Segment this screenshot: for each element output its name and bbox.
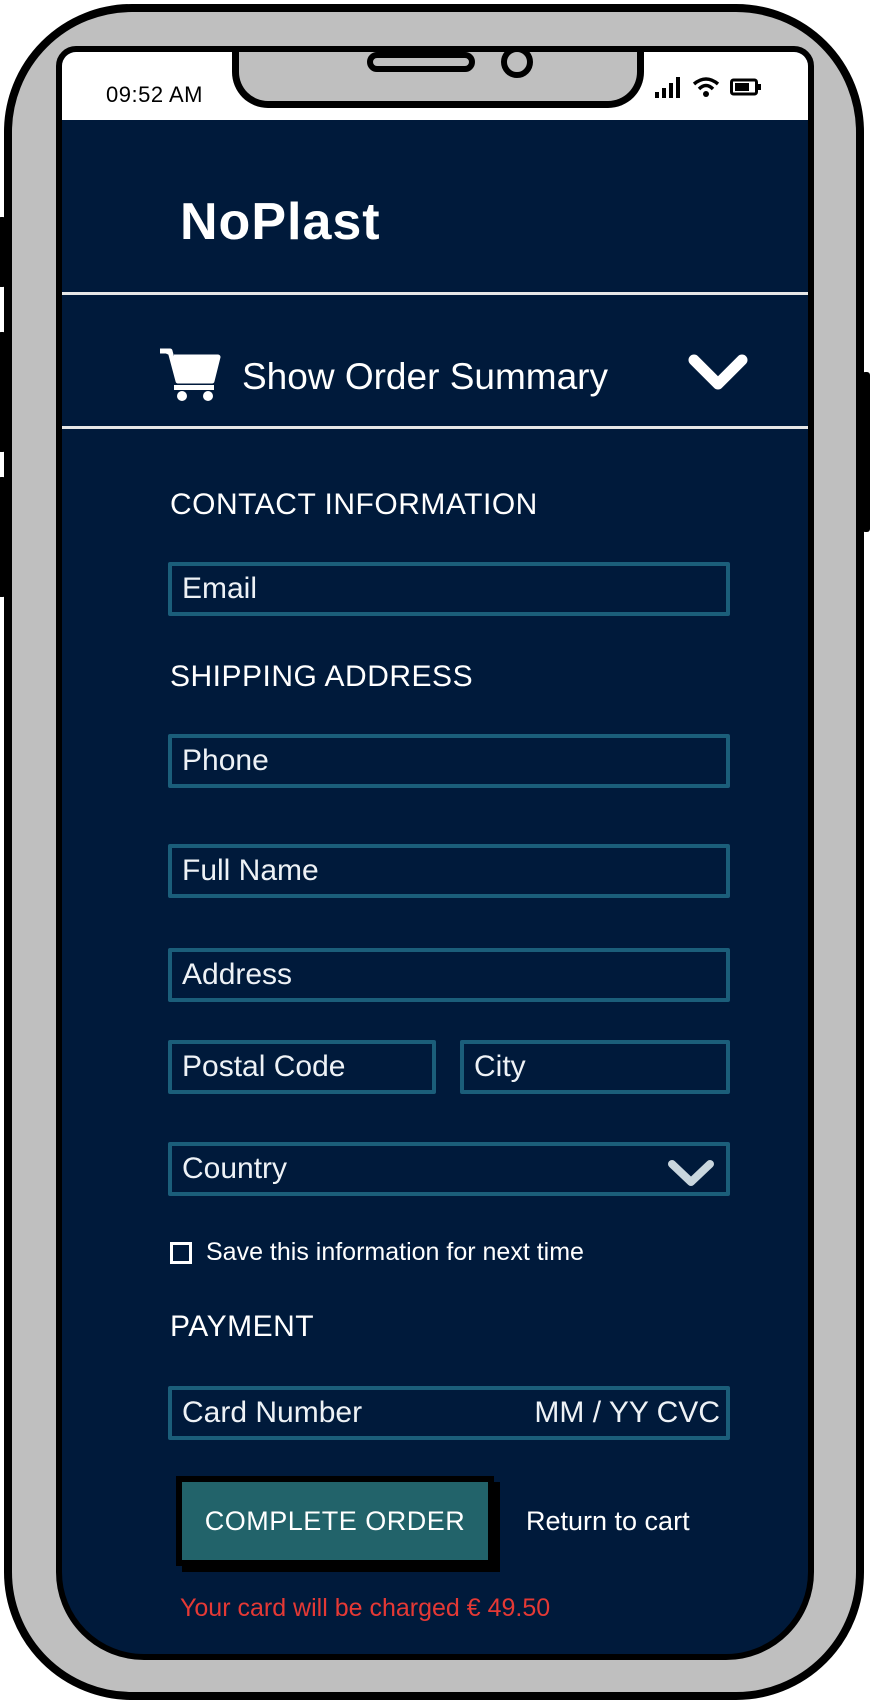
charge-note: Your card will be charged € 49.50 xyxy=(180,1594,551,1622)
save-info-checkbox[interactable] xyxy=(170,1241,192,1264)
email-field[interactable] xyxy=(168,562,730,616)
side-button xyxy=(0,217,6,287)
app-screen: 09:52 AM NoPlast Show Order Summary CONT… xyxy=(56,46,814,1660)
divider xyxy=(62,292,808,295)
notch xyxy=(232,52,644,108)
phone-field[interactable] xyxy=(168,734,730,788)
country-select-label: Country xyxy=(182,1152,288,1185)
card-field[interactable]: MM / YY CVC xyxy=(168,1386,730,1440)
signal-icon xyxy=(654,76,682,103)
wifi-icon xyxy=(692,76,720,103)
save-info-label: Save this information for next time xyxy=(206,1238,584,1266)
divider xyxy=(62,426,808,429)
complete-order-button[interactable]: COMPLETE ORDER xyxy=(176,1476,494,1566)
full-name-input[interactable] xyxy=(172,848,726,894)
country-select[interactable]: Country xyxy=(168,1142,730,1196)
side-button xyxy=(0,332,6,452)
return-to-cart-link[interactable]: Return to cart xyxy=(526,1506,690,1537)
brand-logo[interactable]: NoPlast xyxy=(180,192,381,252)
speaker xyxy=(367,52,475,72)
address-field[interactable] xyxy=(168,948,730,1002)
battery-icon xyxy=(730,77,762,102)
expiry-cvc-label: MM / YY CVC xyxy=(534,1396,720,1429)
cart-icon xyxy=(158,347,222,408)
order-summary-toggle[interactable]: Show Order Summary xyxy=(158,342,748,412)
postal-code-input[interactable] xyxy=(172,1044,432,1090)
side-button xyxy=(0,477,6,597)
city-field[interactable] xyxy=(460,1040,730,1094)
address-input[interactable] xyxy=(172,952,726,998)
order-summary-label: Show Order Summary xyxy=(242,356,608,397)
camera xyxy=(501,52,533,78)
status-time: 09:52 AM xyxy=(106,82,203,107)
save-info-row[interactable]: Save this information for next time xyxy=(170,1238,584,1267)
chevron-down-icon[interactable] xyxy=(688,350,748,399)
status-bar: 09:52 AM xyxy=(62,52,808,120)
email-input[interactable] xyxy=(172,566,726,612)
full-name-field[interactable] xyxy=(168,844,730,898)
phone-input[interactable] xyxy=(172,738,726,784)
chevron-down-icon xyxy=(668,1158,714,1193)
city-input[interactable] xyxy=(464,1044,726,1090)
payment-section-title: PAYMENT xyxy=(170,1310,315,1343)
contact-section-title: CONTACT INFORMATION xyxy=(170,488,538,521)
side-button xyxy=(862,372,870,532)
postal-code-field[interactable] xyxy=(168,1040,436,1094)
status-icons xyxy=(654,76,762,103)
shipping-section-title: SHIPPING ADDRESS xyxy=(170,660,474,693)
